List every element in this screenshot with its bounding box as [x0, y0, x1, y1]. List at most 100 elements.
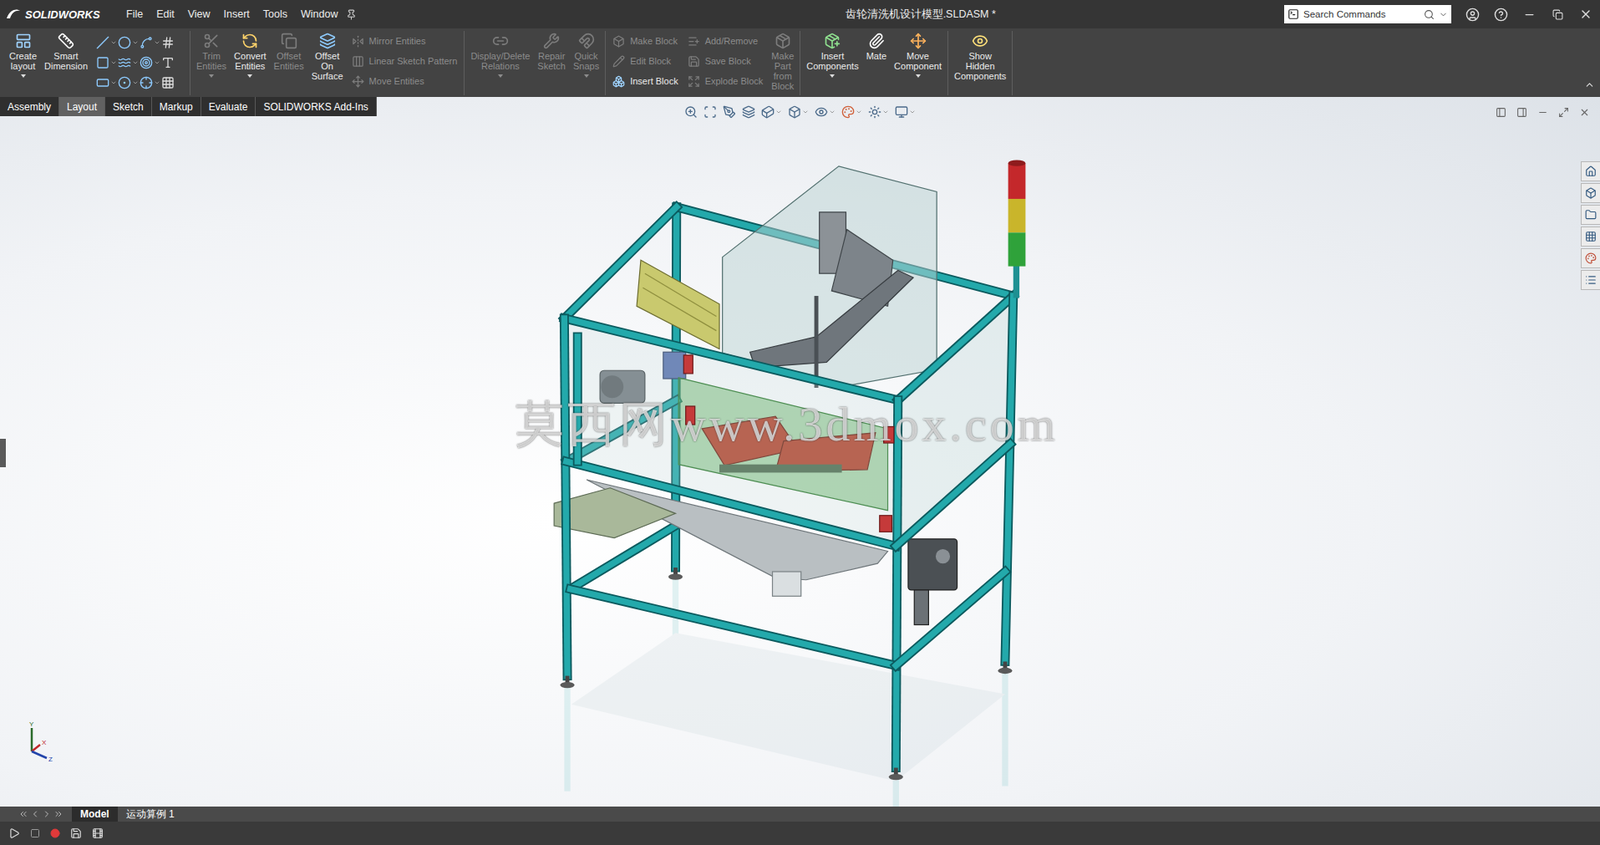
heads-up-button[interactable] [684, 105, 698, 119]
search-box[interactable]: Search Commands [1284, 5, 1452, 24]
command-tab[interactable]: Layout [59, 96, 106, 117]
minimize-button[interactable] [1514, 0, 1544, 29]
model-tab[interactable]: Model [71, 806, 118, 822]
ribbon-button[interactable]: OffsetEntities [271, 30, 307, 73]
menu-item[interactable]: File [120, 5, 149, 24]
task-pane-tab[interactable] [1580, 204, 1600, 225]
ribbon-small-button[interactable]: Explode Block [684, 71, 767, 92]
menu-item[interactable]: Tools [257, 5, 294, 24]
ribbon-button[interactable]: OffsetOnSurface [309, 30, 346, 83]
sketch-tool[interactable] [96, 76, 118, 90]
feature-manager-handle[interactable] [0, 438, 6, 468]
heads-up-button[interactable] [787, 105, 809, 119]
heads-up-button[interactable] [894, 105, 916, 119]
panel-right-icon[interactable] [1516, 106, 1528, 118]
ribbon-small-button[interactable]: Mirror Entities [348, 30, 462, 51]
play-icon[interactable] [8, 827, 21, 839]
model-tab[interactable]: 运动算例 1 [117, 806, 183, 822]
search-icon[interactable] [1423, 9, 1435, 21]
help-button[interactable] [1486, 0, 1515, 29]
stop-icon[interactable] [30, 827, 41, 839]
heads-up-button[interactable] [868, 105, 889, 119]
dropdown-caret[interactable] [829, 74, 835, 78]
sketch-tool[interactable] [139, 35, 162, 50]
dropdown-caret[interactable] [20, 74, 26, 78]
pin-icon[interactable] [345, 9, 357, 21]
app-logo[interactable]: SOLIDWORKS [0, 7, 121, 21]
sketch-tool[interactable] [96, 35, 118, 50]
heads-up-button[interactable] [722, 105, 737, 119]
task-pane-tab[interactable] [1580, 161, 1600, 182]
sketch-tool[interactable] [117, 55, 140, 70]
command-tab[interactable]: Evaluate [201, 96, 257, 117]
ribbon-button[interactable]: RepairSketch [534, 30, 569, 73]
close-button[interactable] [1571, 0, 1600, 29]
panel-left-icon[interactable] [1495, 106, 1507, 118]
sketch-tool[interactable] [139, 76, 162, 90]
close-icon[interactable] [1579, 106, 1590, 118]
ribbon-button[interactable]: MakePartfromBlock [768, 30, 797, 93]
task-pane-tab[interactable] [1580, 182, 1600, 204]
heads-up-button[interactable] [814, 105, 836, 119]
ribbon-button[interactable]: Mate [863, 30, 889, 63]
graphics-area[interactable]: AssemblyLayoutSketchMarkupEvaluateSOLIDW… [0, 96, 1600, 807]
sketch-tool[interactable] [117, 35, 140, 50]
sketch-tool[interactable] [161, 55, 183, 70]
heads-up-button[interactable] [761, 105, 783, 119]
dropdown-caret[interactable] [915, 74, 921, 78]
menu-item[interactable]: View [182, 5, 217, 24]
ribbon-button[interactable]: InsertComponents [803, 30, 861, 79]
ribbon-small-button[interactable]: Linear Sketch Pattern [348, 50, 462, 72]
maximize-icon[interactable] [1558, 106, 1570, 118]
animation-icon[interactable] [91, 827, 104, 839]
menu-item[interactable]: Edit [150, 5, 181, 24]
ribbon-small-button[interactable]: Insert Block [609, 71, 681, 92]
heads-up-button[interactable] [841, 105, 863, 119]
dropdown-caret[interactable] [208, 74, 214, 78]
heads-up-button[interactable] [703, 105, 717, 119]
sketch-tool[interactable] [139, 55, 162, 70]
task-pane-tab[interactable] [1580, 226, 1600, 247]
task-pane-tab[interactable] [1580, 269, 1600, 290]
sketch-tool[interactable] [96, 55, 118, 70]
command-tab[interactable]: Assembly [0, 96, 60, 117]
ribbon-button[interactable]: QuickSnaps [570, 30, 602, 79]
ribbon-button[interactable]: ConvertEntities [231, 30, 270, 79]
ribbon-small-button[interactable]: Move Entities [348, 71, 462, 92]
ribbon-button[interactable]: SmartDimension [41, 30, 91, 73]
command-tab[interactable]: SOLIDWORKS Add-Ins [255, 96, 376, 117]
ribbon-button[interactable]: Display/DeleteRelations [467, 30, 533, 79]
ribbon-small-button[interactable]: Save Block [684, 50, 767, 72]
ribbon-button[interactable]: TrimEntities [193, 30, 229, 79]
ribbon-small-button[interactable]: Add/Remove [684, 30, 767, 51]
ribbon-small-button[interactable]: Make Block [609, 30, 681, 51]
previous-icon[interactable] [30, 808, 41, 819]
dropdown-caret[interactable] [584, 74, 590, 78]
first-icon[interactable] [18, 808, 29, 819]
dropdown-caret[interactable] [247, 74, 253, 78]
command-tab[interactable]: Sketch [105, 96, 153, 117]
sketch-tool[interactable] [161, 35, 183, 50]
assembly-model[interactable] [0, 116, 1600, 807]
ribbon-button[interactable]: Createlayout [6, 30, 40, 79]
next-icon[interactable] [41, 808, 52, 819]
model-viewport[interactable]: 莫西网www.3dmox.comYXZ [0, 116, 1600, 807]
sketch-tool[interactable] [161, 76, 183, 90]
ribbon-small-button[interactable]: Edit Block [609, 50, 681, 72]
record-icon[interactable] [50, 827, 61, 839]
heads-up-button[interactable] [741, 105, 756, 119]
search-dropdown-icon[interactable] [1438, 10, 1448, 20]
menu-item[interactable]: Window [294, 5, 344, 24]
account-button[interactable] [1457, 0, 1487, 29]
ribbon-button[interactable]: ShowHiddenComponents [951, 30, 1009, 83]
last-icon[interactable] [53, 808, 64, 819]
menu-item[interactable]: Insert [218, 5, 256, 24]
command-tab[interactable]: Markup [152, 96, 202, 117]
collapse-ribbon[interactable] [1584, 78, 1595, 94]
sketch-tool[interactable] [117, 76, 140, 90]
save-animation-icon[interactable] [70, 827, 82, 839]
ribbon-button[interactable]: MoveComponent [891, 30, 945, 79]
restore-button[interactable] [1543, 0, 1572, 29]
dropdown-caret[interactable] [497, 74, 503, 78]
minimize-icon[interactable] [1537, 106, 1549, 118]
